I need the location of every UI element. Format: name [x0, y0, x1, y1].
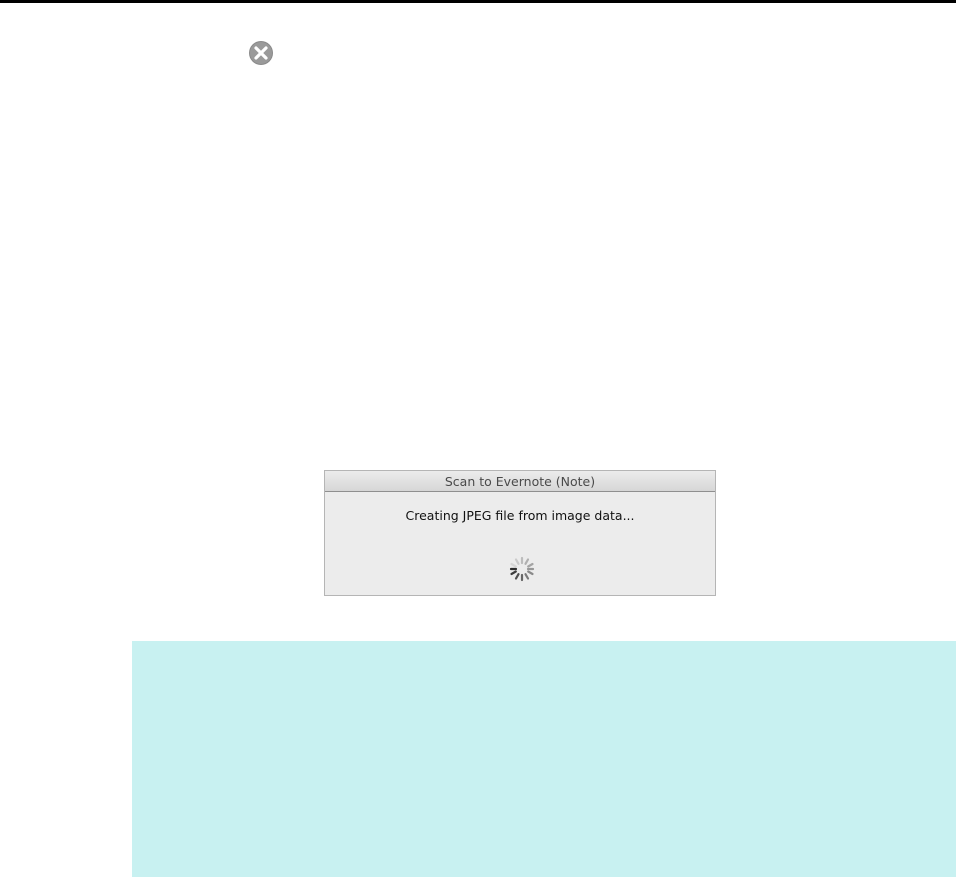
- loading-spinner-icon: [509, 556, 535, 582]
- dialog-message: Creating JPEG file from image data...: [405, 508, 635, 523]
- dialog-title: Scan to Evernote (Note): [325, 471, 715, 492]
- scan-to-evernote-dialog: Scan to Evernote (Note) Creating JPEG fi…: [324, 470, 716, 596]
- top-divider: [0, 0, 956, 3]
- close-icon[interactable]: [247, 39, 275, 67]
- note-panel: [132, 641, 956, 877]
